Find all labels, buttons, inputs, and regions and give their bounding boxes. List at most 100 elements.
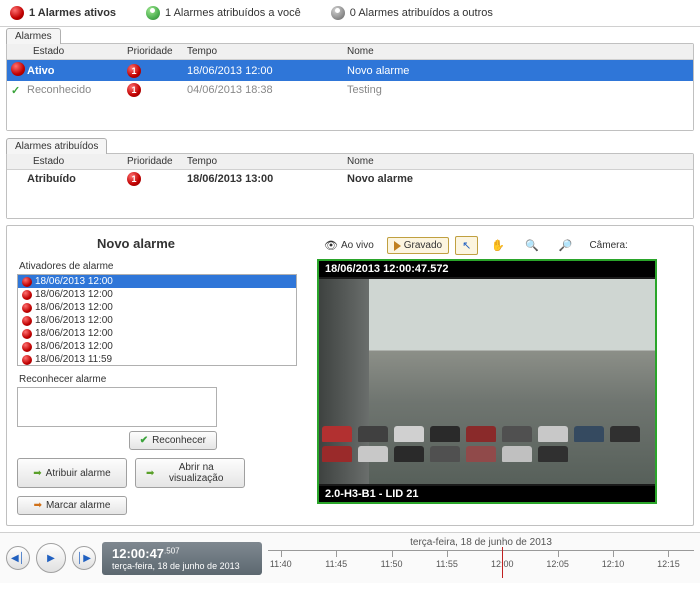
timeline[interactable]: terça-feira, 18 de junho de 2013 11:40 1… [268,537,694,579]
priority-badge: 1 [127,83,141,97]
live-label: Ao vivo [341,240,374,251]
video-scene [319,279,655,484]
col-nome[interactable]: Nome [317,46,693,57]
trigger-time: 18/06/2013 12:00 [35,341,113,352]
trigger-time: 18/06/2013 12:00 [35,276,113,287]
tick-label: 12:05 [546,559,569,569]
detail-left: Novo alarme Ativadores de alarme 18/06/2… [17,236,297,515]
playback-date: terça-feira, 18 de junho de 2013 [112,561,252,571]
assigned-to-others-summary: 0 Alarmes atribuídos a outros [331,6,493,20]
list-item[interactable]: 18/06/2013 11:59 [18,353,296,366]
list-item[interactable]: 18/06/2013 12:00 [18,327,296,340]
cell-tempo: 18/06/2013 13:00 [187,173,317,185]
video-viewport[interactable]: 18/06/2013 12:00:47.572 2.0-H3-B1 - LID … [317,259,657,504]
assigned-columns: Estado Prioridade Tempo Nome [7,154,693,170]
tick-label: 11:40 [270,559,292,569]
trigger-time: 18/06/2013 11:59 [35,354,112,365]
person-green-icon [146,6,160,20]
detail-panel: Novo alarme Ativadores de alarme 18/06/2… [6,225,694,526]
alarm-dot-icon [22,355,32,365]
assign-button[interactable]: ➡ Atribuir alarme [17,458,127,488]
camera-name: 2.0-H3-B1 - LID 21 [319,486,655,502]
alarm-icon [11,62,25,76]
alarms-panel: Estado Prioridade Tempo Nome Ativo 1 18/… [6,43,694,131]
zoom-out-tool[interactable]: 🔎 [552,236,580,255]
col-estado[interactable]: Estado [7,46,127,57]
playback-time: 12:00:47 [112,546,164,561]
step-forward-button[interactable]: │▶ [72,546,96,570]
play-button[interactable]: ▶ [36,543,66,573]
cell-estado: Reconhecido [27,84,127,96]
col-tempo[interactable]: Tempo [187,156,317,167]
list-item[interactable]: 18/06/2013 12:00 [18,314,296,327]
step-back-button[interactable]: ◀│ [6,546,30,570]
col-nome[interactable]: Nome [317,156,693,167]
live-button[interactable]: Ao vivo [317,236,381,255]
timeline-ruler[interactable]: 11:40 11:45 11:50 11:55 12:00 12:05 12:1… [268,550,694,574]
ack-label: Reconhecer alarme [19,374,297,385]
zoom-in-tool[interactable]: 🔍 [518,236,546,255]
active-alarms-summary: 1 Alarmes ativos [10,6,116,20]
table-row[interactable]: Atribuído 1 18/06/2013 13:00 Novo alarme [7,170,693,188]
pointer-tool[interactable]: ↖ [455,236,478,255]
video-timestamp: 18/06/2013 12:00:47.572 [319,261,655,277]
recorded-button[interactable]: Gravado [387,237,449,254]
tab-alarmes[interactable]: Alarmes [6,28,61,44]
tick-label: 12:15 [657,559,680,569]
ack-button[interactable]: ✔ Reconhecer [129,431,217,450]
col-prioridade[interactable]: Prioridade [127,156,187,167]
col-prioridade[interactable]: Prioridade [127,46,187,57]
timeline-cursor[interactable] [502,547,503,578]
alarm-title: Novo alarme [97,236,297,251]
timeline-date: terça-feira, 18 de junho de 2013 [268,537,694,548]
ack-textarea[interactable] [17,387,217,427]
alarm-dot-icon [22,342,32,352]
mark-button-label: Marcar alarme [46,500,110,511]
open-view-button-label: Abrir na visualização [158,462,234,484]
tick-label: 11:55 [436,559,458,569]
assigned-panel: Estado Prioridade Tempo Nome Atribuído 1… [6,153,694,219]
cell-estado: Ativo [27,65,127,77]
table-row[interactable]: Ativo 1 18/06/2013 12:00 Novo alarme [7,60,693,81]
play-icon [394,241,401,251]
summary-bar: 1 Alarmes ativos 1 Alarmes atribuídos a … [0,0,700,27]
trigger-time: 18/06/2013 12:00 [35,328,113,339]
cell-nome: Novo alarme [317,65,693,77]
list-item[interactable]: 18/06/2013 12:00 [18,301,296,314]
alarms-columns: Estado Prioridade Tempo Nome [7,44,693,60]
mark-button[interactable]: ➡ Marcar alarme [17,496,127,515]
list-item[interactable]: 18/06/2013 12:00 [18,288,296,301]
ack-button-label: Reconhecer [152,435,206,446]
zoom-out-icon: 🔎 [559,239,573,252]
col-estado[interactable]: Estado [7,156,127,167]
cell-tempo: 18/06/2013 12:00 [187,65,317,77]
priority-badge: 1 [127,64,141,78]
alarm-dot-icon [22,277,32,287]
list-item[interactable]: 18/06/2013 12:00 [18,340,296,353]
check-icon: ✔ [140,435,148,446]
cell-nome: Novo alarme [317,173,693,185]
alarm-dot-icon [22,290,32,300]
tick-label: 12:10 [602,559,625,569]
trigger-time: 18/06/2013 12:00 [35,289,113,300]
tab-alarmes-atribuidos[interactable]: Alarmes atribuídos [6,138,107,154]
open-view-button[interactable]: ➡ Abrir na visualização [135,458,245,488]
cursor-icon: ↖ [462,239,471,252]
camera-label: Câmera: [589,240,627,251]
assigned-to-you-text: 1 Alarmes atribuídos a você [165,7,301,19]
assign-button-label: Atribuir alarme [46,468,111,479]
list-item[interactable]: 18/06/2013 12:00 [18,275,296,288]
cell-nome: Testing [317,84,693,96]
table-row[interactable]: ✓ Reconhecido 1 04/06/2013 18:38 Testing [7,81,693,99]
pan-tool[interactable]: ✋ [484,236,512,255]
recorded-label: Gravado [404,240,442,251]
time-chip[interactable]: 12:00:47.507 terça-feira, 18 de junho de… [102,542,262,575]
col-tempo[interactable]: Tempo [187,46,317,57]
playback-ms: .507 [164,546,180,555]
cell-estado: Atribuído [27,173,127,185]
triggers-label: Ativadores de alarme [19,261,297,272]
alarm-dot-icon [22,303,32,313]
alarm-icon [10,6,24,20]
triggers-list[interactable]: 18/06/2013 12:00 18/06/2013 12:00 18/06/… [17,274,297,366]
scene-cars [319,394,655,464]
